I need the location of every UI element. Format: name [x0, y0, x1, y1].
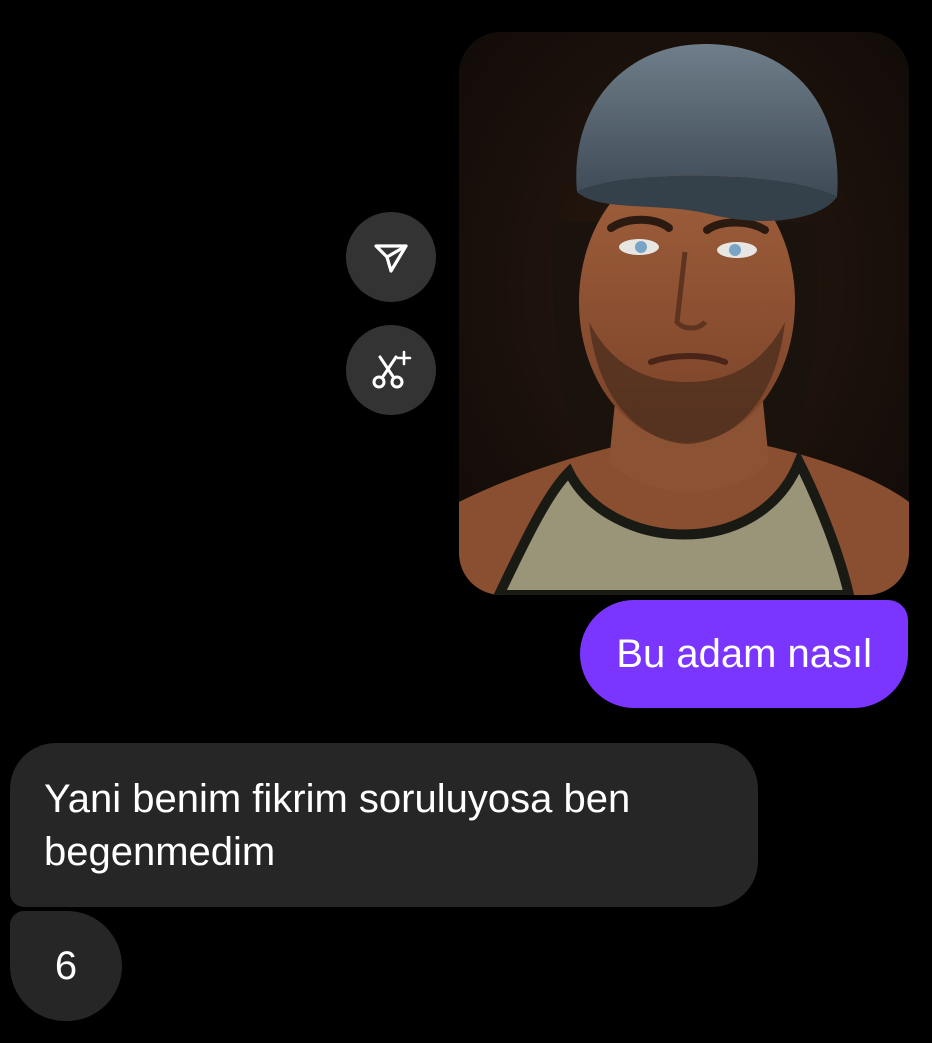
sent-message[interactable]: Bu adam nasıl [580, 600, 908, 708]
sent-message-text: Bu adam nasıl [616, 631, 872, 676]
received-message-text: 6 [54, 943, 78, 988]
photo-portrait [459, 32, 909, 595]
received-message[interactable]: 6 [10, 911, 122, 1021]
sent-photo[interactable] [459, 32, 909, 595]
scissors-sparkle-icon [368, 347, 414, 393]
received-message[interactable]: Yani benim fikrim soruluyosa ben begenme… [10, 743, 758, 907]
remix-button[interactable] [346, 325, 436, 415]
share-button[interactable] [346, 212, 436, 302]
received-message-text: Yani benim fikrim soruluyosa ben begenme… [44, 777, 631, 874]
paper-plane-icon [371, 237, 411, 277]
